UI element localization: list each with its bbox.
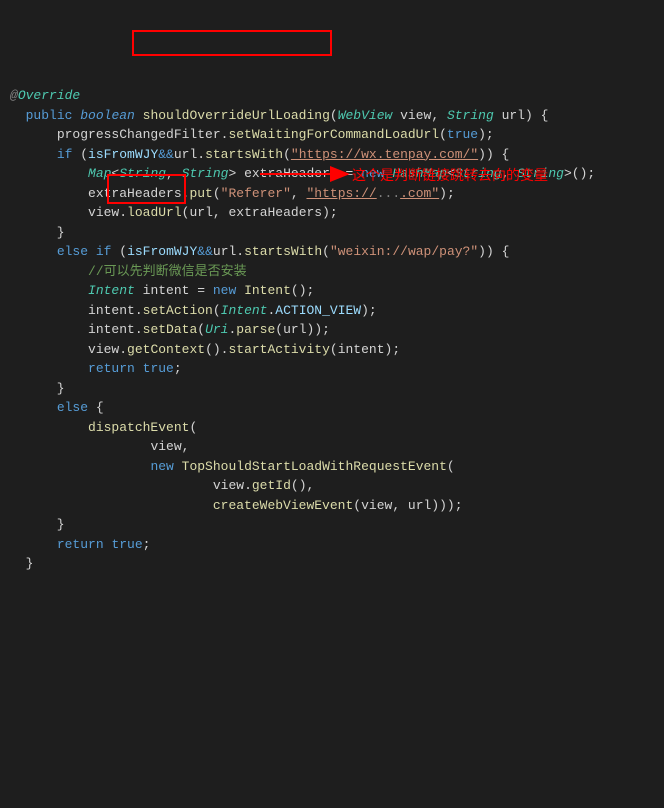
call: put (189, 186, 212, 201)
true: true (111, 537, 142, 552)
obj: view (88, 342, 119, 357)
cond: isFromWJY (127, 244, 197, 259)
call: setData (143, 322, 198, 337)
code-block: @Override public boolean shouldOverrideU… (10, 86, 654, 574)
true: true (447, 127, 478, 142)
op: && (197, 244, 213, 259)
str: "Referer" (221, 186, 291, 201)
highlight-box-method (132, 30, 332, 56)
obj: progressChangedFilter (57, 127, 221, 142)
param-name-1: view (400, 108, 431, 123)
call: loadUrl (127, 205, 182, 220)
type: String (182, 166, 229, 181)
new: new (150, 459, 173, 474)
else: else (57, 244, 88, 259)
cls: Uri (205, 322, 228, 337)
str: "weixin://wap/pay?" (330, 244, 478, 259)
type: Intent (88, 283, 135, 298)
call: startsWith (244, 244, 322, 259)
call: getContext (127, 342, 205, 357)
arg: view (361, 498, 392, 513)
call: createWebViewEvent (213, 498, 353, 513)
type: String (119, 166, 166, 181)
call: startsWith (205, 147, 283, 162)
if: if (57, 147, 73, 162)
obj: view (88, 205, 119, 220)
param-name-2: url (502, 108, 525, 123)
str: .com" (400, 186, 439, 201)
var: extraHeaders (244, 166, 338, 181)
ctor: TopShouldStartLoadWithRequestEvent (182, 459, 447, 474)
str: "https://wx.tenpay.com/" (291, 147, 478, 162)
cond: isFromWJY (88, 147, 158, 162)
arg: url (189, 205, 212, 220)
ctor: Intent (244, 283, 291, 298)
comment: //可以先判断微信是否安装 (88, 264, 247, 279)
param-type-1: WebView (338, 108, 393, 123)
new: new (213, 283, 236, 298)
annotation-at: @ (10, 88, 18, 103)
arg: intent (338, 342, 385, 357)
const: ACTION_VIEW (275, 303, 361, 318)
arg: extraHeaders (228, 205, 322, 220)
kw-boolean: boolean (80, 108, 135, 123)
true: true (143, 361, 174, 376)
annotation-name: Override (18, 88, 80, 103)
annotation-note: 这个是判断链接跳转去向的变量 (352, 165, 548, 186)
call: setWaitingForCommandLoadUrl (228, 127, 439, 142)
var: intent (143, 283, 190, 298)
return: return (57, 537, 104, 552)
call: getId (252, 478, 291, 493)
obj: url (174, 147, 197, 162)
call: dispatchEvent (88, 420, 189, 435)
type: Map (88, 166, 111, 181)
arg: url (283, 322, 306, 337)
arg: view (150, 439, 181, 454)
obj: view (213, 478, 244, 493)
param-type-2: String (447, 108, 494, 123)
cls: Intent (221, 303, 268, 318)
kw-public: public (26, 108, 73, 123)
return: return (88, 361, 135, 376)
call: setAction (143, 303, 213, 318)
str: "https:// (307, 186, 377, 201)
obj: url (213, 244, 236, 259)
call: parse (236, 322, 275, 337)
method-name: shouldOverrideUrlLoading (143, 108, 330, 123)
call: startActivity (228, 342, 329, 357)
obscured: ... (377, 186, 400, 201)
obj: intent (88, 303, 135, 318)
else: else (57, 400, 88, 415)
arg: url (408, 498, 431, 513)
obj: extraHeaders (88, 186, 182, 201)
op: && (158, 147, 174, 162)
obj: intent (88, 322, 135, 337)
if: if (96, 244, 112, 259)
